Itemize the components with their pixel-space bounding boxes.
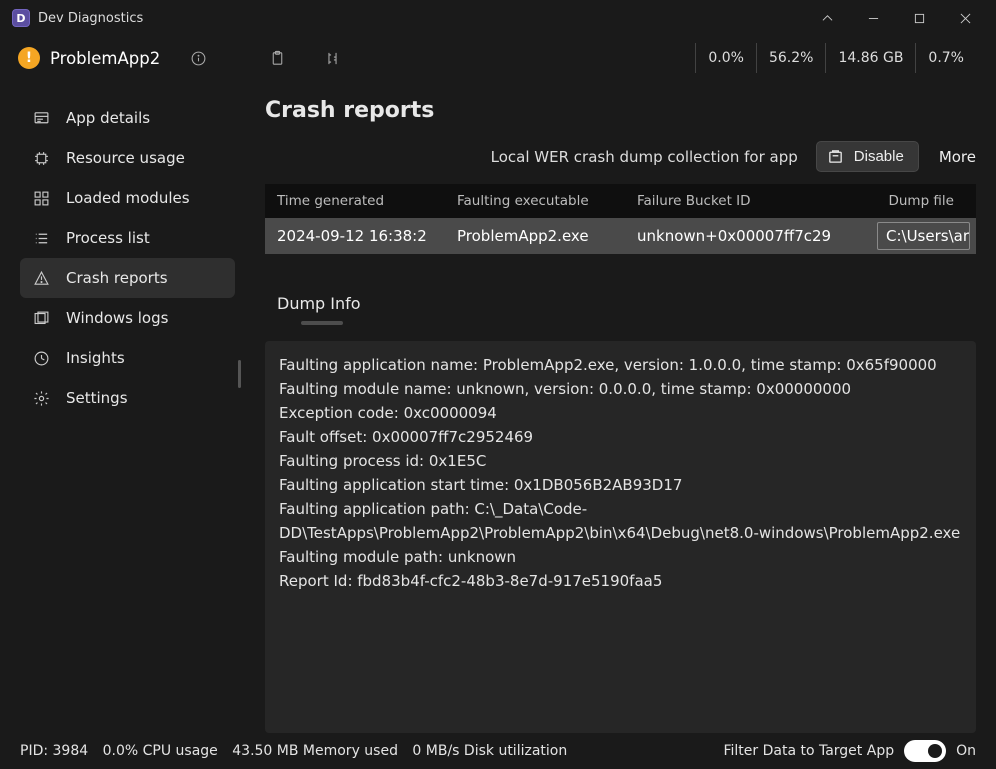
- sidebar-item-label: App details: [66, 109, 150, 127]
- dump-info-line: Faulting application name: ProblemApp2.e…: [279, 353, 962, 377]
- gear-icon: [30, 390, 52, 407]
- scrollbar-thumb[interactable]: [238, 360, 241, 388]
- sidebar-item-app-details[interactable]: App details: [20, 98, 235, 138]
- cell-exe: ProblemApp2.exe: [445, 227, 625, 245]
- filter-label: Filter Data to Target App: [723, 743, 894, 759]
- insights-icon: [30, 350, 52, 367]
- sidebar-item-process-list[interactable]: Process list: [20, 218, 235, 258]
- sidebar-item-label: Crash reports: [66, 269, 168, 287]
- status-disk: 0 MB/s Disk utilization: [412, 743, 567, 759]
- app-details-icon: [30, 110, 52, 127]
- sidebar-item-resource-usage[interactable]: Resource usage: [20, 138, 235, 178]
- page-title: Crash reports: [265, 98, 976, 123]
- warning-icon: !: [18, 47, 40, 69]
- dump-info-line: Report Id: fbd83b4f-cfc2-48b3-8e7d-917e5…: [279, 569, 962, 593]
- minimize-button[interactable]: [850, 2, 896, 34]
- col-exe[interactable]: Faulting executable: [445, 193, 625, 209]
- sidebar-item-label: Process list: [66, 229, 150, 247]
- toggle-knob: [928, 744, 942, 758]
- status-bar: PID: 3984 0.0% CPU usage 43.50 MB Memory…: [0, 733, 996, 769]
- process-name: ProblemApp2: [50, 49, 160, 68]
- dump-info-line: Faulting application path: C:\_Data\Code…: [279, 497, 962, 545]
- resource-usage-icon: [30, 150, 52, 167]
- info-icon[interactable]: [190, 50, 207, 67]
- app-icon: D: [12, 9, 30, 27]
- status-cpu: 0.0% CPU usage: [103, 743, 218, 759]
- process-list-icon: [30, 230, 52, 247]
- windows-logs-icon: [30, 310, 52, 327]
- metric-memory: 14.86 GB: [825, 43, 915, 73]
- col-bucket[interactable]: Failure Bucket ID: [625, 193, 865, 209]
- sidebar-item-insights[interactable]: Insights: [20, 338, 235, 378]
- sidebar-item-label: Windows logs: [66, 309, 168, 327]
- sidebar-item-loaded-modules[interactable]: Loaded modules: [20, 178, 235, 218]
- content-area: Crash reports Local WER crash dump colle…: [245, 80, 996, 733]
- sidebar: App details Resource usage Loaded module…: [0, 80, 245, 733]
- sidebar-item-settings[interactable]: Settings: [20, 378, 235, 418]
- titlebar: D Dev Diagnostics: [0, 0, 996, 36]
- col-dump[interactable]: Dump file: [865, 193, 976, 209]
- subhead-text: Local WER crash dump collection for app: [491, 148, 798, 166]
- dump-file-link[interactable]: C:\Users\ar: [877, 222, 970, 250]
- window-title: Dev Diagnostics: [38, 11, 143, 26]
- dump-divider: [301, 321, 343, 325]
- loaded-modules-icon: [30, 190, 52, 207]
- cell-time: 2024-09-12 16:38:2: [265, 227, 445, 245]
- toggle-state: On: [956, 743, 976, 759]
- crash-reports-icon: [30, 270, 52, 287]
- sidebar-item-label: Resource usage: [66, 149, 185, 167]
- metric-4: 0.7%: [915, 43, 976, 73]
- dump-info-line: Faulting module name: unknown, version: …: [279, 377, 962, 401]
- disable-icon: [827, 148, 844, 165]
- status-pid: PID: 3984: [20, 743, 88, 759]
- dump-info-panel: Faulting application name: ProblemApp2.e…: [265, 341, 976, 733]
- cell-dump: C:\Users\ar: [865, 222, 976, 250]
- status-left: PID: 3984 0.0% CPU usage 43.50 MB Memory…: [20, 743, 577, 759]
- col-time[interactable]: Time generated: [265, 193, 445, 209]
- dump-info-line: Faulting application start time: 0x1DB05…: [279, 473, 962, 497]
- sidebar-item-label: Insights: [66, 349, 125, 367]
- metric-cpu: 0.0%: [695, 43, 756, 73]
- sidebar-item-label: Settings: [66, 389, 128, 407]
- more-link[interactable]: More: [939, 148, 976, 166]
- table-row[interactable]: 2024-09-12 16:38:2 ProblemApp2.exe unkno…: [265, 218, 976, 254]
- disable-button[interactable]: Disable: [816, 141, 919, 172]
- chevron-up-icon[interactable]: [804, 2, 850, 34]
- table-header: Time generated Faulting executable Failu…: [265, 184, 976, 218]
- sidebar-item-label: Loaded modules: [66, 189, 190, 207]
- dump-info-line: Exception code: 0xc0000094: [279, 401, 962, 425]
- sidebar-item-windows-logs[interactable]: Windows logs: [20, 298, 235, 338]
- clipboard-icon[interactable]: [269, 50, 286, 67]
- filter-toggle[interactable]: [904, 740, 946, 762]
- dump-info-line: Faulting module path: unknown: [279, 545, 962, 569]
- metric-2: 56.2%: [756, 43, 825, 73]
- status-mem: 43.50 MB Memory used: [232, 743, 398, 759]
- close-button[interactable]: [942, 2, 988, 34]
- disable-button-label: Disable: [854, 148, 904, 165]
- dump-info-line: Fault offset: 0x00007ff7c2952469: [279, 425, 962, 449]
- crash-table: Time generated Faulting executable Failu…: [265, 184, 976, 254]
- cell-bucket: unknown+0x00007ff7c29: [625, 227, 865, 245]
- maximize-button[interactable]: [896, 2, 942, 34]
- process-bar: ! ProblemApp2 0.0% 56.2% 14.86 GB 0.7%: [0, 36, 996, 80]
- sidebar-item-crash-reports[interactable]: Crash reports: [20, 258, 235, 298]
- dump-info-line: Faulting process id: 0x1E5C: [279, 449, 962, 473]
- dump-info-title: Dump Info: [265, 294, 976, 313]
- subhead-row: Local WER crash dump collection for app …: [265, 141, 976, 172]
- tools-icon[interactable]: [324, 50, 341, 67]
